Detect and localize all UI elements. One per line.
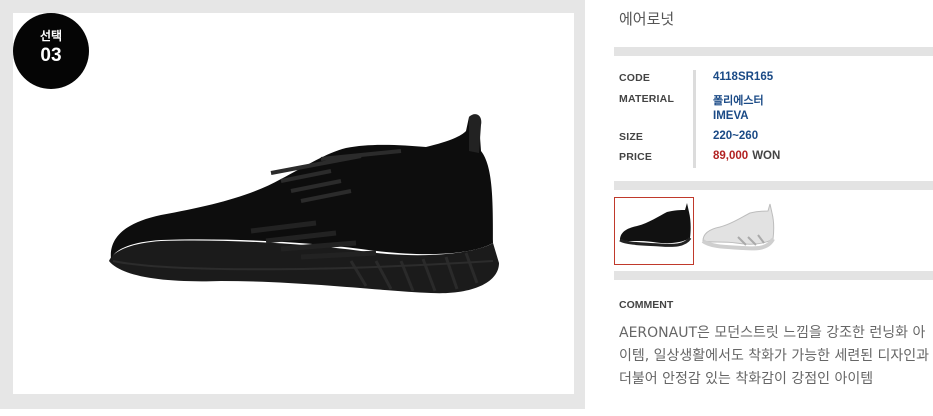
shoe-thumbnail-white	[701, 203, 775, 251]
size-label: SIZE	[619, 131, 644, 143]
material-label: MATERIAL	[619, 93, 675, 105]
thumbnail-black[interactable]	[614, 197, 694, 265]
shoe-image	[109, 114, 499, 294]
badge-label: 선택	[39, 29, 63, 43]
spec-divider	[693, 70, 696, 168]
thumbnail-white[interactable]	[698, 197, 778, 265]
currency-label: WON	[752, 150, 781, 162]
material-value-1: 폴리에스터	[713, 94, 764, 107]
comment-text: AERONAUT은 모던스트릿 느낌을 강조한 런닝화 아이템, 일상생활에서도…	[619, 325, 930, 387]
price-value: 89,000	[713, 150, 749, 162]
code-label: CODE	[619, 72, 651, 84]
price-label: PRICE	[619, 151, 653, 163]
price-row: 89,000 WON	[713, 150, 780, 162]
size-value: 220~260	[713, 130, 759, 142]
shoe-thumbnail-black	[619, 203, 692, 247]
divider-top	[614, 47, 933, 56]
divider-bottom	[614, 271, 933, 280]
badge-number: 03	[40, 45, 62, 66]
divider-middle	[614, 181, 933, 190]
code-value: 4118SR165	[713, 71, 774, 83]
material-value-2: IMEVA	[713, 110, 749, 122]
selection-badge: 선택 03	[13, 13, 89, 89]
product-image	[13, 13, 574, 394]
product-image-frame: 선택 03	[0, 0, 585, 409]
comment-label: COMMENT	[619, 299, 674, 311]
product-title: 에어로넛	[619, 10, 675, 28]
